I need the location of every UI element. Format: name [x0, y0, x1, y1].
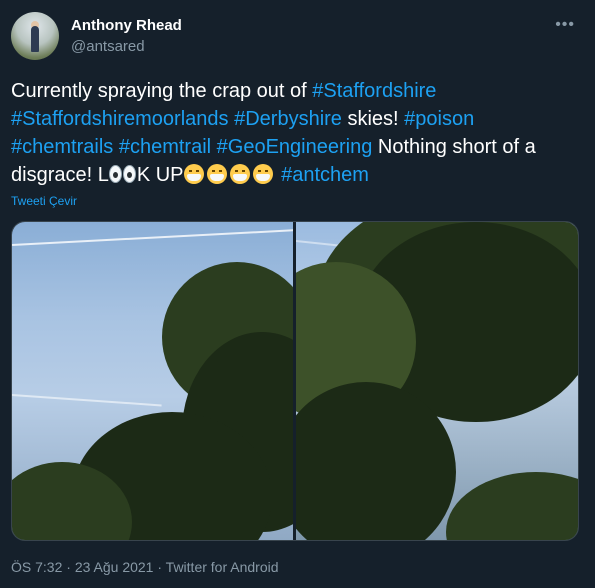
tweet-date[interactable]: 23 Ağu 2021 [75, 559, 154, 575]
media-grid [11, 221, 579, 541]
hashtag-link[interactable]: #chemtrail [119, 136, 211, 158]
mask-emoji-icon [183, 164, 204, 184]
user-handle[interactable]: @antsared [71, 38, 145, 55]
avatar[interactable] [11, 12, 59, 60]
translate-tweet-link[interactable]: Tweeti Çevir [11, 194, 77, 208]
tweet-text-part: skies! [341, 108, 405, 130]
separator: · [153, 559, 166, 575]
hashtag-link[interactable]: #chemtrails [11, 136, 113, 158]
display-name[interactable]: Anthony Rhead [71, 17, 182, 34]
tweet-photo[interactable] [296, 222, 578, 540]
mask-emoji-icon [206, 164, 227, 184]
avatar-figure [31, 26, 39, 52]
hashtag-link[interactable]: #Derbyshire [234, 108, 342, 130]
tweet-photo[interactable] [12, 222, 293, 540]
tweet-source[interactable]: Twitter for Android [166, 559, 279, 575]
tweet-text-part: Currently spraying the crap out of [11, 80, 313, 102]
separator: · [62, 559, 75, 575]
hashtag-link[interactable]: #Staffordshire [312, 80, 436, 102]
hashtag-link[interactable]: #poison [404, 108, 474, 130]
tweet-text-part: K UP [136, 164, 184, 186]
sky-trail [12, 394, 162, 407]
tweet-time[interactable]: ÖS 7:32 [11, 559, 62, 575]
hashtag-link[interactable]: #GeoEngineering [217, 136, 373, 158]
eyes-emoji-icon [109, 165, 123, 183]
sky-trail [12, 228, 293, 246]
eyes-emoji-icon [123, 165, 137, 183]
tweet-meta: ÖS 7:32 · 23 Ağu 2021 · Twitter for Andr… [11, 559, 279, 575]
mask-emoji-icon [252, 164, 273, 184]
mask-emoji-icon [229, 164, 250, 184]
tree-foliage [446, 472, 578, 540]
tweet-text: Currently spraying the crap out of #Staf… [11, 77, 581, 189]
more-icon[interactable]: ••• [555, 16, 575, 34]
hashtag-link[interactable]: #Staffordshiremoorlands [11, 108, 229, 130]
hashtag-link[interactable]: #antchem [281, 164, 369, 186]
